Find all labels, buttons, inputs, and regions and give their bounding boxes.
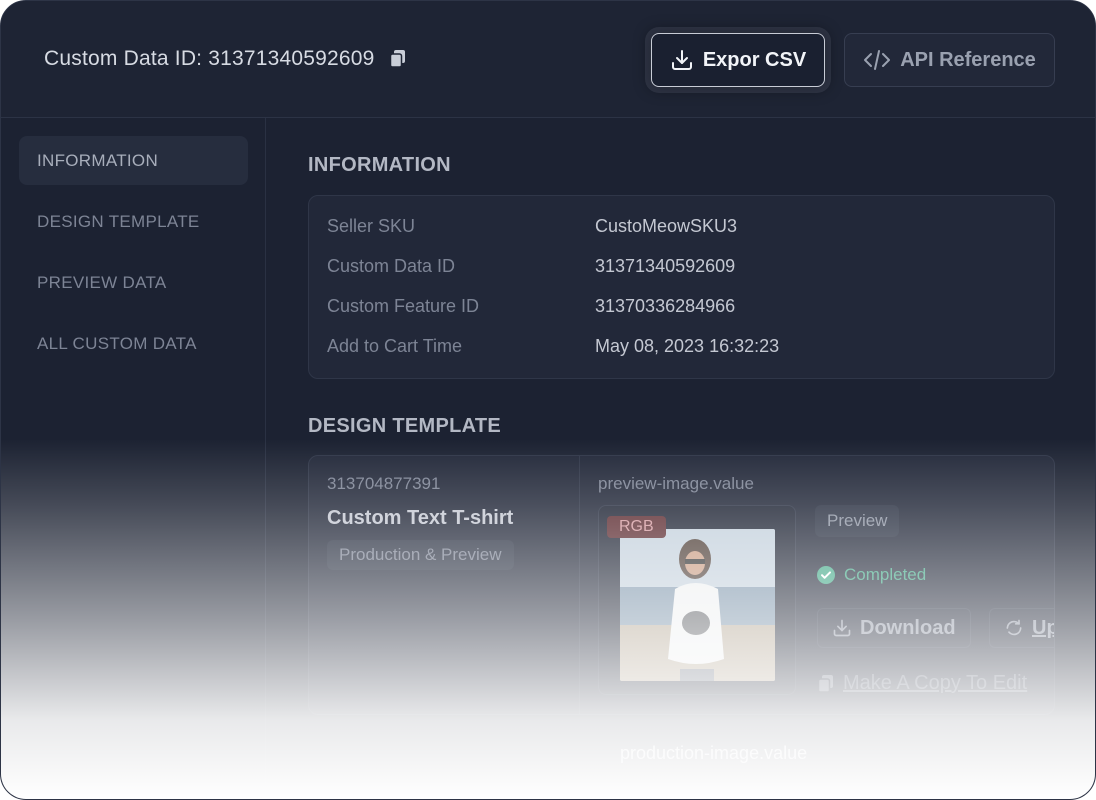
check-circle-icon bbox=[817, 566, 835, 584]
header: Custom Data ID: 31371340592609 Expor CSV… bbox=[1, 1, 1095, 118]
status-completed: Completed bbox=[817, 565, 926, 585]
download-label: Download bbox=[860, 616, 956, 639]
color-mode-badge: RGB bbox=[607, 516, 666, 538]
preview-badge: Preview bbox=[815, 505, 900, 537]
copy-icon bbox=[817, 674, 833, 693]
api-reference-label: API Reference bbox=[900, 48, 1036, 71]
update-label: Up bbox=[1032, 616, 1054, 639]
export-csv-button[interactable]: Expor CSV bbox=[651, 33, 825, 87]
code-icon bbox=[864, 50, 891, 70]
design-template-heading: DESIGN TEMPLATE bbox=[308, 415, 502, 437]
preview-image-box[interactable]: RGB bbox=[598, 505, 796, 695]
sidebar: INFORMATION DESIGN TEMPLATE PREVIEW DATA… bbox=[1, 118, 266, 799]
download-icon bbox=[671, 50, 692, 70]
page-title: Custom Data ID: 31371340592609 bbox=[44, 47, 407, 71]
info-value: 31371340592609 bbox=[595, 256, 736, 276]
make-copy-link[interactable]: Make A Copy To Edit bbox=[817, 672, 1027, 695]
template-id: 313704877391 bbox=[327, 474, 441, 493]
sidebar-item-all-custom-data[interactable]: ALL CUSTOM DATA bbox=[19, 319, 248, 368]
update-button[interactable]: Up bbox=[989, 608, 1054, 648]
main-content: INFORMATION Seller SKU CustoMeowSKU3 Cus… bbox=[265, 118, 1095, 799]
info-value: May 08, 2023 16:32:23 bbox=[595, 336, 780, 356]
status-text: Completed bbox=[844, 565, 927, 584]
sidebar-item-label: DESIGN TEMPLATE bbox=[37, 211, 200, 231]
sidebar-item-label: ALL CUSTOM DATA bbox=[37, 333, 197, 353]
refresh-icon bbox=[1006, 619, 1022, 636]
info-value: 31370336284966 bbox=[595, 296, 736, 316]
app-window: Custom Data ID: 31371340592609 Expor CSV… bbox=[0, 0, 1096, 800]
sidebar-item-design-template[interactable]: DESIGN TEMPLATE bbox=[19, 197, 248, 246]
field-key: preview-image.value bbox=[598, 474, 754, 493]
information-card: Seller SKU CustoMeowSKU3 Custom Data ID … bbox=[308, 195, 1055, 379]
make-copy-label: Make A Copy To Edit bbox=[843, 672, 1028, 694]
design-template-card: 313704877391 Custom Text T-shirt Product… bbox=[308, 455, 1055, 715]
template-mode-tag: Production & Preview bbox=[327, 540, 514, 570]
download-button[interactable]: Download bbox=[817, 608, 971, 648]
info-key: Add to Cart Time bbox=[327, 336, 463, 356]
next-field-key: production-image.value bbox=[620, 743, 808, 763]
copy-icon[interactable] bbox=[389, 49, 407, 69]
info-key: Custom Feature ID bbox=[327, 296, 480, 316]
preview-image bbox=[620, 529, 775, 681]
info-key: Seller SKU bbox=[327, 216, 416, 236]
template-info-column: 313704877391 Custom Text T-shirt Product… bbox=[309, 456, 580, 714]
information-heading: INFORMATION bbox=[308, 154, 451, 176]
page-title-text: Custom Data ID: 31371340592609 bbox=[44, 47, 375, 70]
sidebar-item-label: PREVIEW DATA bbox=[37, 272, 167, 292]
sidebar-item-information[interactable]: INFORMATION bbox=[19, 136, 248, 185]
export-csv-label: Expor CSV bbox=[702, 48, 807, 71]
sidebar-item-preview-data[interactable]: PREVIEW DATA bbox=[19, 258, 248, 307]
sidebar-item-label: INFORMATION bbox=[37, 150, 159, 170]
template-name: Custom Text T-shirt bbox=[327, 507, 514, 529]
info-key: Custom Data ID bbox=[327, 256, 456, 276]
info-value: CustoMeowSKU3 bbox=[595, 216, 738, 236]
api-reference-button[interactable]: API Reference bbox=[844, 33, 1055, 87]
download-icon bbox=[833, 619, 851, 637]
